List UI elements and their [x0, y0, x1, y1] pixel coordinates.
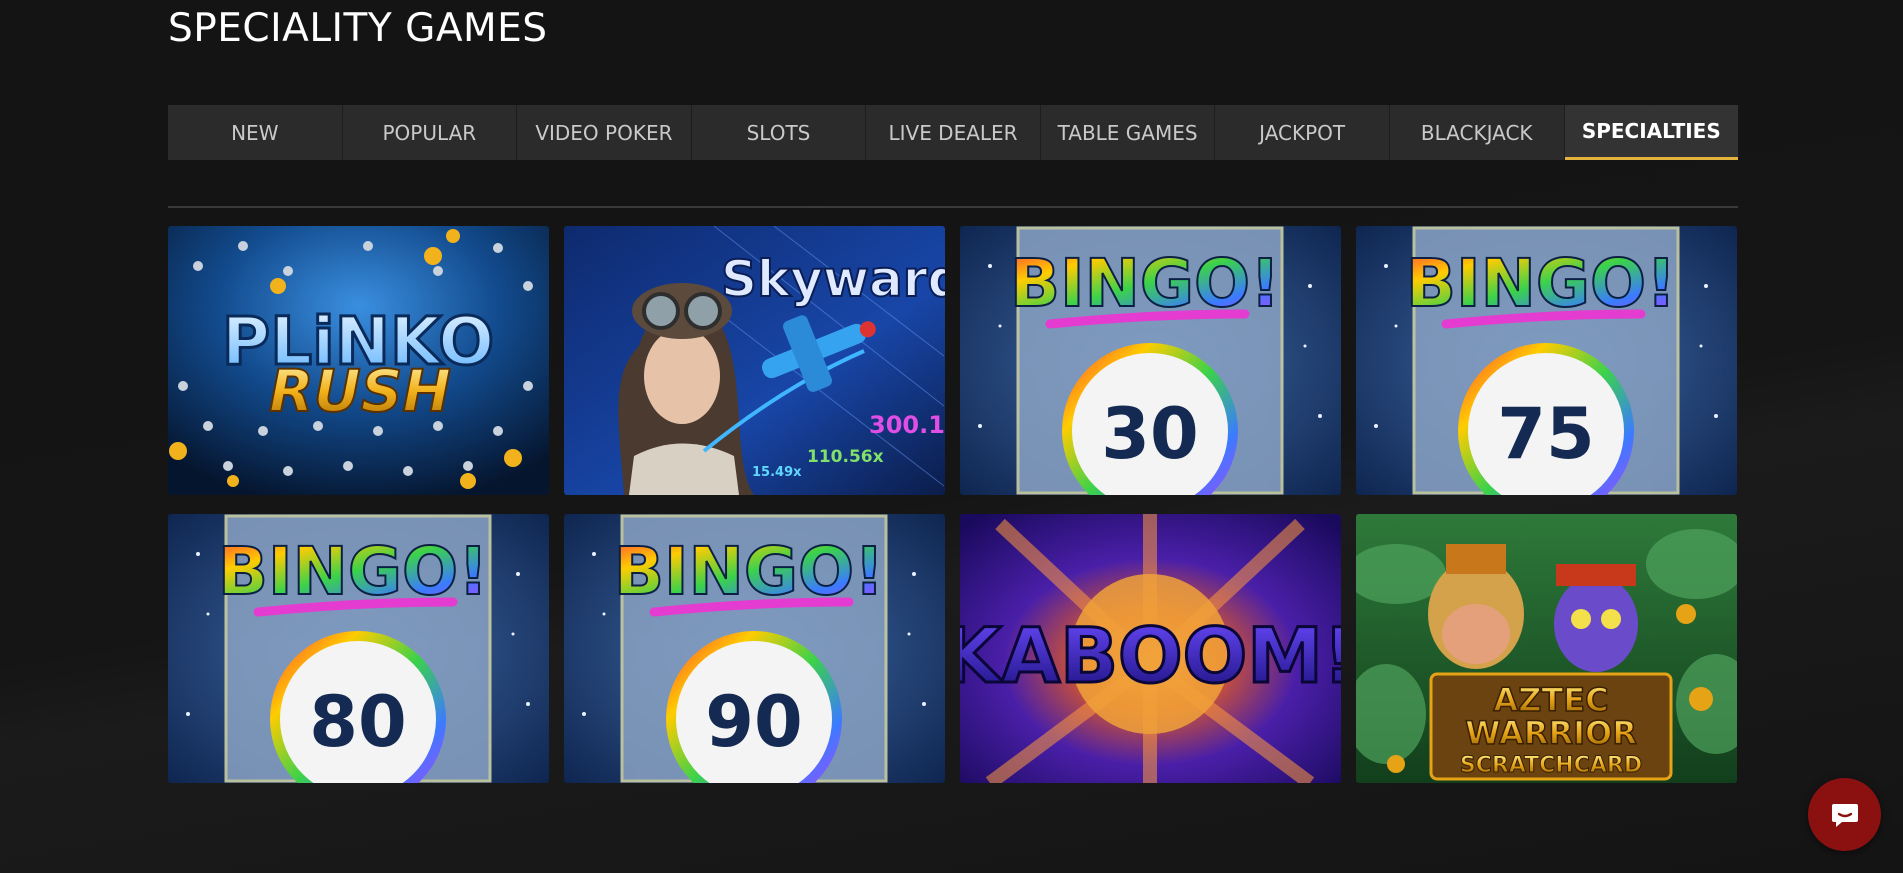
tab-specialties[interactable]: SPECIALTIES — [1564, 105, 1739, 160]
page-title: SPECIALITY GAMES — [168, 6, 548, 51]
game-card-aztec-warrior[interactable]: AZTEC WARRIOR SCRATCHCARD — [1356, 514, 1737, 783]
tab-video-poker[interactable]: VIDEO POKER — [517, 105, 692, 160]
tab-popular[interactable]: POPULAR — [343, 105, 518, 160]
plinko-title-line2: RUSH — [269, 357, 451, 425]
bingo-number: 90 — [705, 681, 802, 763]
plinko-rush-thumbnail: PLiNKO RUSH — [168, 226, 549, 495]
kaboom-title: KABOOM! — [960, 611, 1341, 700]
tab-live-dealer[interactable]: LIVE DEALER — [866, 105, 1041, 160]
skyward-thumbnail: Skyward 300.12 110.56x 15.49x — [564, 226, 945, 495]
bingo-75-thumbnail: BINGO! 75 — [1356, 226, 1737, 495]
games-grid: PLiNKO RUSH Skyward 300.1 110.56x 15.49x… — [168, 226, 1738, 783]
tab-blackjack[interactable]: BLACKJACK — [1390, 105, 1565, 160]
chat-button[interactable] — [1808, 778, 1881, 851]
bingo-80-thumbnail: BINGO! 80 — [168, 514, 549, 783]
skyward-multiplier-2: 110.56x — [807, 447, 884, 467]
game-card-kaboom[interactable]: KABOOM! — [960, 514, 1341, 783]
bingo-number: 30 — [1101, 393, 1198, 475]
aztec-title-line2: WARRIOR — [1465, 714, 1637, 752]
game-card-bingo-90[interactable]: BINGO! 90 — [564, 514, 945, 783]
tab-slots[interactable]: SLOTS — [692, 105, 867, 160]
game-card-bingo-80[interactable]: BINGO! 80 — [168, 514, 549, 783]
game-card-plinko-rush[interactable]: PLiNKO RUSH — [168, 226, 549, 495]
skyward-title: Skyward — [721, 250, 945, 308]
bingo-30-thumbnail: BINGO! 30 — [960, 226, 1341, 495]
skyward-multiplier-1: 300.12 — [869, 411, 945, 439]
tab-jackpot[interactable]: JACKPOT — [1215, 105, 1390, 160]
kaboom-thumbnail: KABOOM! — [960, 514, 1341, 783]
tab-table-games[interactable]: TABLE GAMES — [1041, 105, 1216, 160]
bingo-number: 75 — [1497, 393, 1594, 475]
skyward-multiplier-3: 15.49x — [752, 465, 802, 480]
game-card-bingo-75[interactable]: BINGO! 75 — [1356, 226, 1737, 495]
section-divider — [168, 206, 1738, 208]
aztec-warrior-thumbnail: AZTEC WARRIOR SCRATCHCARD — [1356, 514, 1737, 783]
tab-new[interactable]: NEW — [168, 105, 343, 160]
game-card-bingo-30[interactable]: BINGO! 30 — [960, 226, 1341, 495]
bingo-number: 80 — [309, 681, 406, 763]
bingo-90-thumbnail: BINGO! 90 — [564, 514, 945, 783]
category-tabs: NEW POPULAR VIDEO POKER SLOTS LIVE DEALE… — [168, 105, 1739, 160]
game-card-skyward[interactable]: Skyward 300.12 110.56x 15.49x — [564, 226, 945, 495]
chat-bubble-icon — [1831, 803, 1858, 827]
aztec-title-line3: SCRATCHCARD — [1460, 753, 1642, 778]
